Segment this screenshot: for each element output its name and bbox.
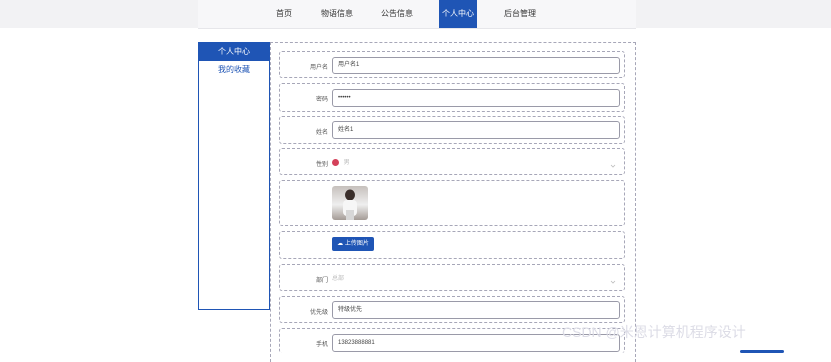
nav-item-home[interactable]: 首页	[270, 0, 298, 28]
form-row-username: 用户名 用户名1	[279, 51, 625, 78]
chevron-down-icon	[610, 160, 616, 168]
person-photo-icon	[343, 189, 357, 220]
upload-button[interactable]: ☁ 上传图片	[332, 237, 374, 251]
watermark: CSDN @米恩计算机程序设计	[562, 324, 746, 340]
sidebar-item-personal-center[interactable]: 个人中心	[199, 43, 269, 61]
top-navigation-bar: 首页 物语信息 公告信息 个人中心 后台管理	[0, 0, 831, 29]
form-row-password: 密码 ••••••	[279, 83, 625, 112]
nav-panel	[198, 0, 636, 29]
gender-value: 男	[343, 160, 350, 166]
chevron-down-icon	[610, 276, 616, 284]
nav-item-personal-center[interactable]: 个人中心	[439, 0, 477, 28]
form-row-priority: 优先级 特级优先	[279, 296, 625, 323]
error-icon	[332, 158, 339, 166]
sidebar-item-favorites[interactable]: 我的收藏	[199, 61, 269, 79]
sidebar-menu: 个人中心 我的收藏	[198, 42, 270, 310]
username-input[interactable]: 用户名1	[332, 57, 620, 74]
avatar-image	[332, 186, 368, 220]
form-row-avatar	[279, 180, 625, 226]
department-select[interactable]: 总部	[332, 271, 616, 287]
password-input[interactable]: ••••••	[332, 89, 620, 107]
nav-item-notice[interactable]: 公告信息	[377, 0, 417, 28]
password-label: 密码	[315, 97, 328, 103]
priority-input[interactable]: 特级优先	[332, 301, 620, 319]
upload-label: 上传图片	[344, 241, 369, 247]
form-row-department: 部门 总部	[279, 264, 625, 291]
phone-label: 手机	[315, 342, 328, 348]
name-input[interactable]: 姓名1	[332, 121, 620, 139]
form-row-name: 姓名 姓名1	[279, 116, 625, 144]
name-label: 姓名	[315, 130, 328, 136]
form-row-upload: ☁ 上传图片	[279, 231, 625, 259]
priority-label: 优先级	[309, 310, 328, 316]
department-label: 部门	[315, 278, 328, 284]
form-row-gender: 性别 男	[279, 148, 625, 175]
nav-item-info[interactable]: 物语信息	[317, 0, 357, 28]
nav-item-admin[interactable]: 后台管理	[498, 0, 542, 28]
department-value: 总部	[332, 276, 345, 282]
cloud-upload-icon: ☁	[337, 241, 344, 247]
gender-select[interactable]: 男	[332, 155, 616, 171]
gender-label: 性别	[315, 162, 328, 168]
username-label: 用户名	[309, 65, 328, 71]
